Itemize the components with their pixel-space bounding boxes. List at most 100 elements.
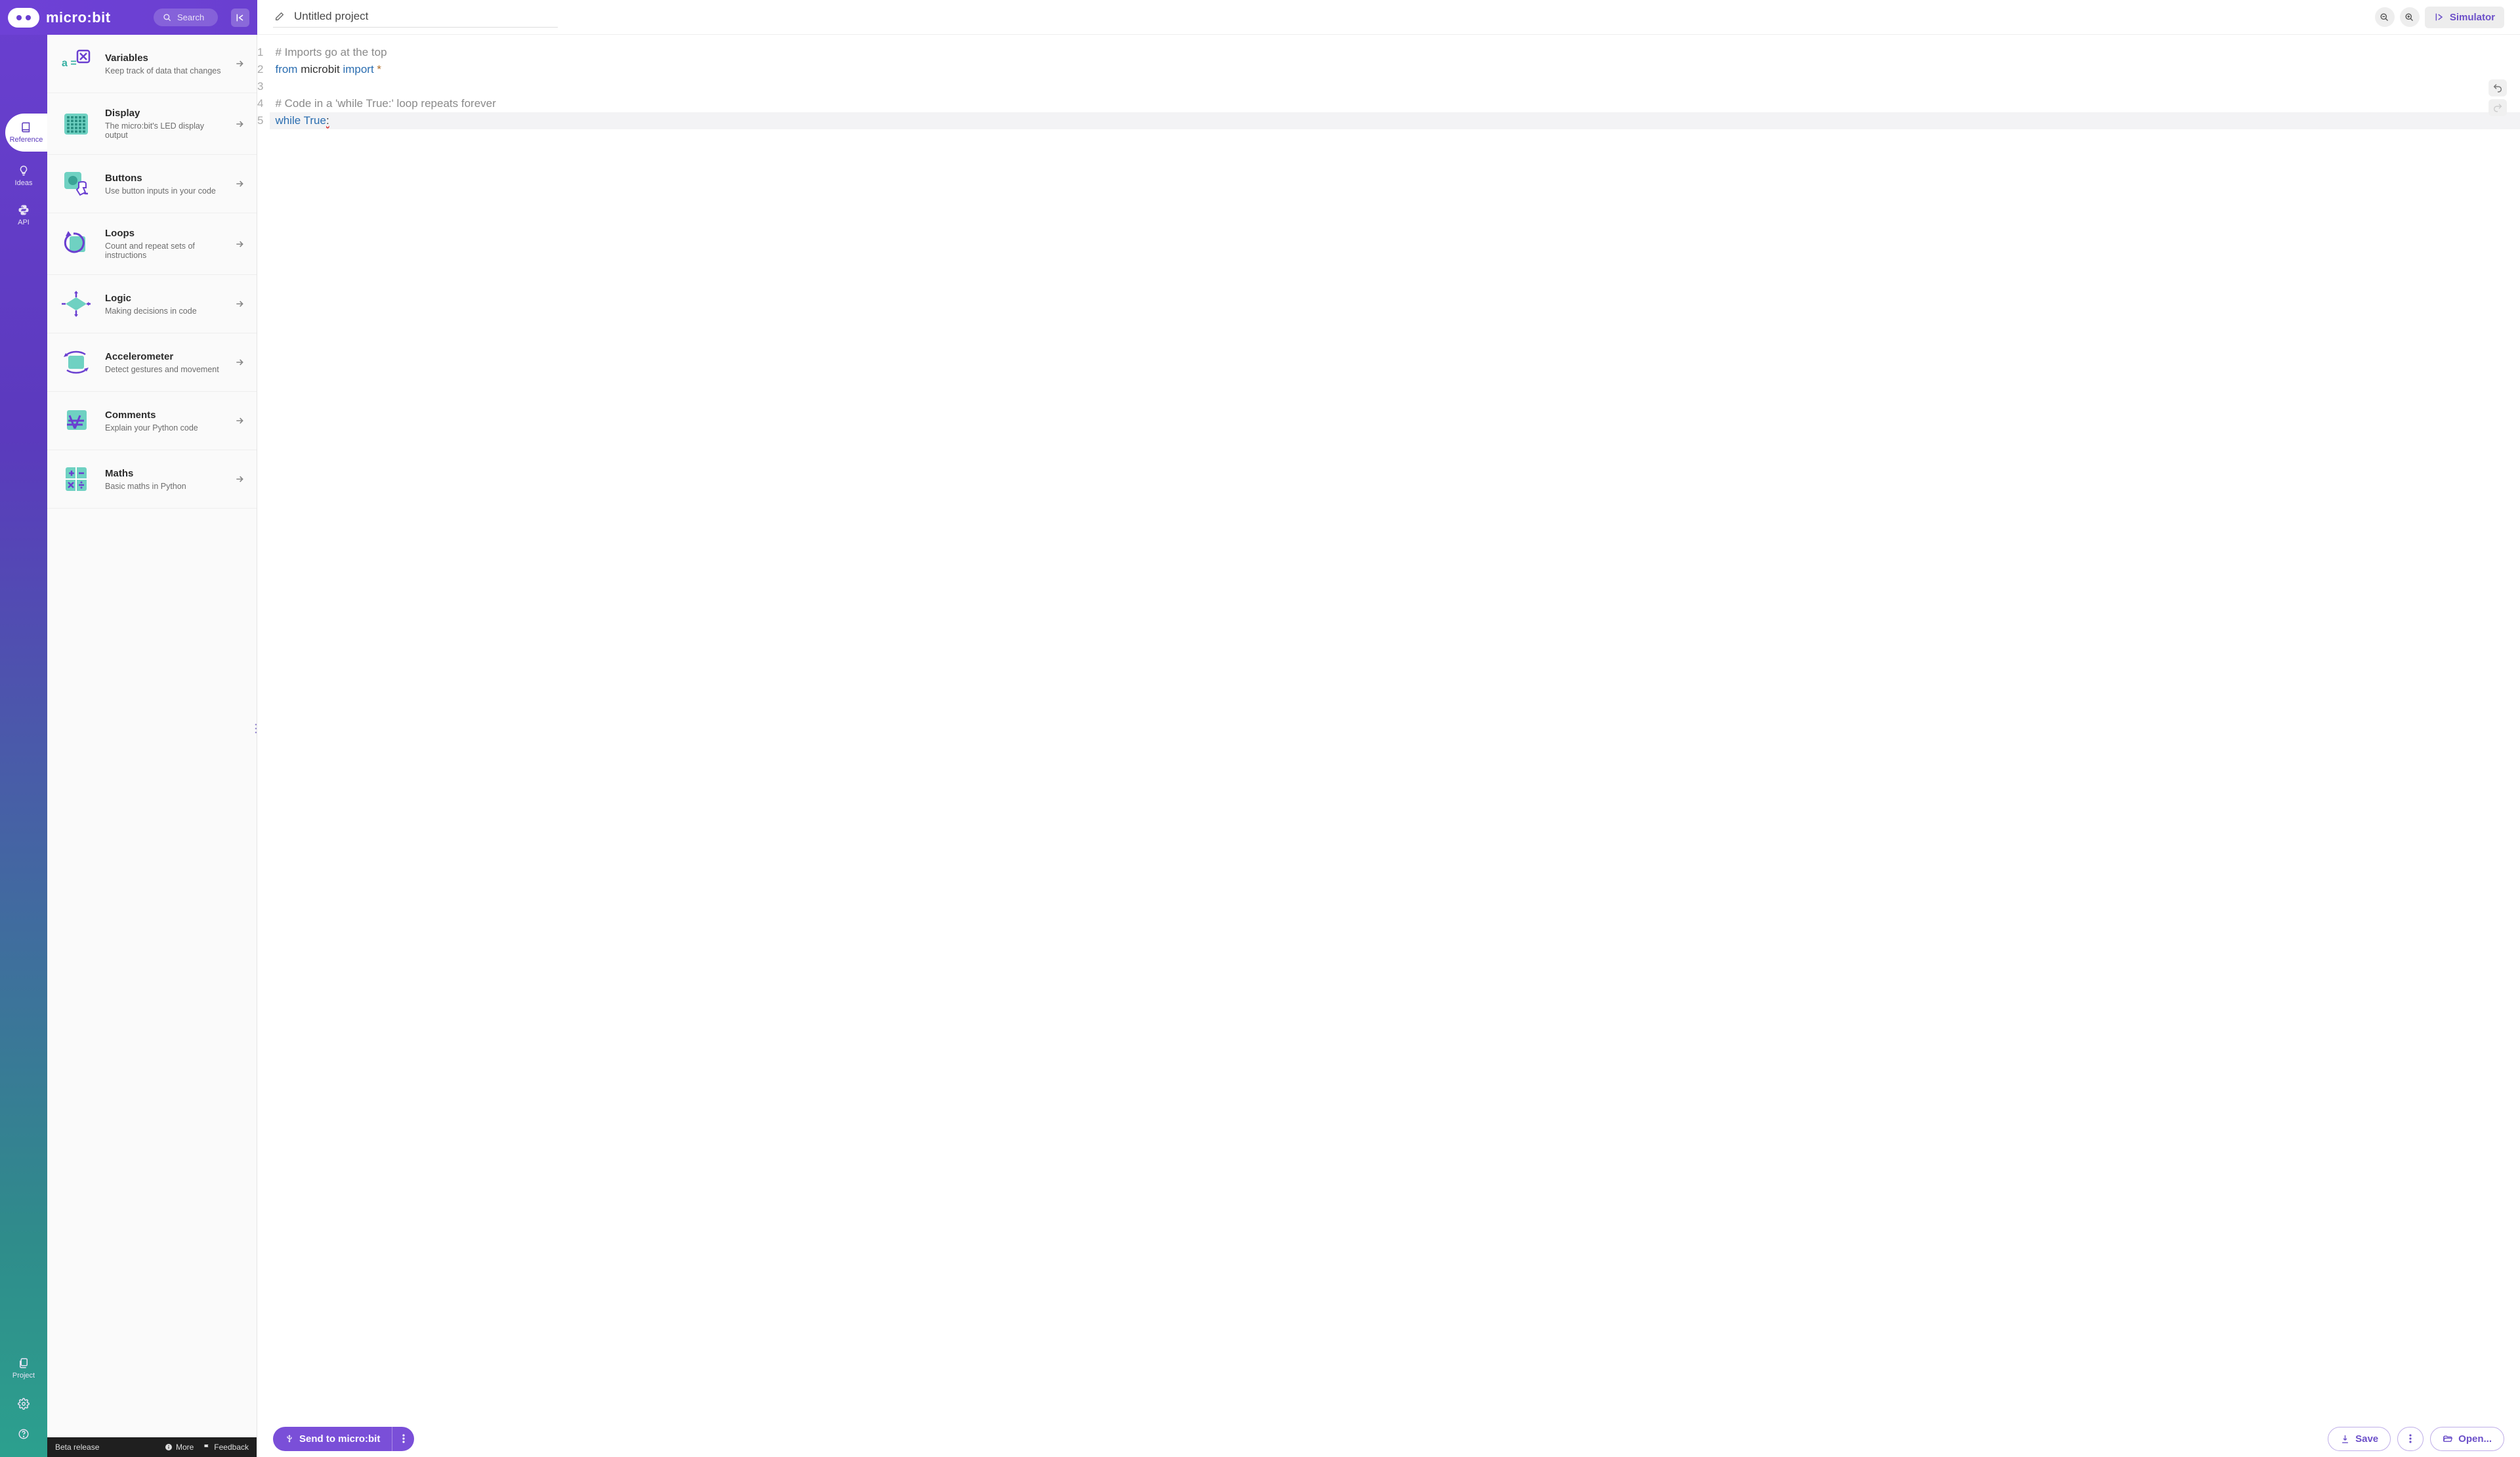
reference-card-loops[interactable]: Loops Count and repeat sets of instructi… bbox=[47, 213, 257, 275]
redo-button[interactable] bbox=[2488, 99, 2507, 116]
send-menu-button[interactable] bbox=[392, 1427, 414, 1451]
reference-card-comments[interactable]: Comments Explain your Python code bbox=[47, 392, 257, 450]
lightbulb-icon bbox=[18, 165, 30, 177]
rail-tab-project[interactable]: Project bbox=[0, 1353, 47, 1383]
ref-text: Loops Count and repeat sets of instructi… bbox=[105, 228, 222, 260]
beta-label: Beta release bbox=[55, 1443, 99, 1452]
ref-text: Logic Making decisions in code bbox=[105, 293, 222, 316]
ref-text: Accelerometer Detect gestures and moveme… bbox=[105, 351, 222, 374]
reference-card-buttons[interactable]: Buttons Use button inputs in your code bbox=[47, 155, 257, 213]
ref-icon: a = bbox=[59, 49, 93, 78]
ref-icon bbox=[59, 289, 93, 318]
brand-name: micro:bit bbox=[46, 9, 111, 26]
open-button[interactable]: Open... bbox=[2430, 1427, 2504, 1451]
save-menu-button[interactable] bbox=[2397, 1427, 2424, 1451]
zoom-in-button[interactable] bbox=[2400, 7, 2420, 27]
python-icon bbox=[18, 204, 30, 216]
ref-desc: Making decisions in code bbox=[105, 306, 222, 316]
ref-desc: The micro:bit's LED display output bbox=[105, 121, 222, 140]
rail-tab-label: Ideas bbox=[15, 179, 33, 187]
save-label: Save bbox=[2355, 1433, 2378, 1445]
feedback-button[interactable]: Feedback bbox=[203, 1443, 249, 1452]
rail-tab-api[interactable]: API bbox=[0, 200, 47, 230]
reference-card-display[interactable]: Display The micro:bit's LED display outp… bbox=[47, 93, 257, 155]
ref-icon bbox=[59, 169, 93, 198]
info-icon bbox=[165, 1443, 173, 1451]
sidebar-footer: Beta release More Feedback bbox=[47, 1437, 257, 1457]
ref-desc: Use button inputs in your code bbox=[105, 186, 222, 196]
kebab-icon bbox=[2409, 1434, 2412, 1443]
send-button-group: Send to micro:bit bbox=[273, 1427, 414, 1451]
undo-redo-stack bbox=[2488, 79, 2507, 116]
edit-pencil-icon[interactable] bbox=[274, 11, 285, 22]
simulator-button[interactable]: Simulator bbox=[2425, 7, 2504, 28]
ref-text: Maths Basic maths in Python bbox=[105, 468, 222, 491]
ref-title: Comments bbox=[105, 410, 222, 421]
code-line[interactable]: while True: bbox=[270, 112, 2520, 129]
arrow-right-icon bbox=[234, 357, 245, 368]
ref-title: Maths bbox=[105, 468, 222, 479]
search-icon bbox=[163, 13, 172, 22]
open-label: Open... bbox=[2458, 1433, 2492, 1445]
undo-icon bbox=[2492, 83, 2503, 93]
ref-text: Display The micro:bit's LED display outp… bbox=[105, 108, 222, 140]
rail-tab-label: Reference bbox=[10, 136, 43, 144]
zoom-out-button[interactable] bbox=[2375, 7, 2395, 27]
code-line[interactable]: # Imports go at the top bbox=[275, 44, 2520, 61]
reference-card-accelerometer[interactable]: Accelerometer Detect gestures and moveme… bbox=[47, 333, 257, 392]
zoom-out-icon bbox=[2380, 12, 2389, 22]
arrow-right-icon bbox=[234, 58, 245, 69]
bottom-bar: Send to micro:bit Save Open... bbox=[257, 1420, 2520, 1457]
help-icon bbox=[18, 1428, 30, 1440]
code-line[interactable] bbox=[275, 78, 2520, 95]
ref-desc: Keep track of data that changes bbox=[105, 66, 222, 75]
ref-title: Display bbox=[105, 108, 222, 119]
rail-tab-label: API bbox=[18, 219, 30, 226]
rail-help-button[interactable] bbox=[0, 1424, 47, 1444]
reference-card-logic[interactable]: Logic Making decisions in code bbox=[47, 275, 257, 333]
send-to-microbit-button[interactable]: Send to micro:bit bbox=[273, 1427, 392, 1451]
brand-logo: micro:bit bbox=[8, 8, 111, 28]
reference-sidebar: a = Variables Keep track of data that ch… bbox=[47, 0, 257, 1457]
code-editor[interactable]: 12345 # Imports go at the topfrom microb… bbox=[257, 35, 2520, 1420]
search-input[interactable]: Search bbox=[154, 9, 218, 26]
folder-open-icon bbox=[2443, 1434, 2453, 1444]
more-button[interactable]: More bbox=[165, 1443, 194, 1452]
more-label: More bbox=[176, 1443, 194, 1452]
editor-main: Simulator 12345 # Imports go at the topf… bbox=[257, 0, 2520, 1457]
search-placeholder: Search bbox=[177, 12, 204, 22]
ref-title: Loops bbox=[105, 228, 222, 239]
code-line[interactable]: # Code in a 'while True:' loop repeats f… bbox=[275, 95, 2520, 112]
ref-title: Buttons bbox=[105, 173, 222, 184]
send-label: Send to micro:bit bbox=[299, 1433, 380, 1445]
ref-icon bbox=[59, 230, 93, 259]
gear-icon bbox=[18, 1398, 30, 1410]
brand-header: micro:bit Search bbox=[0, 0, 257, 35]
files-icon bbox=[18, 1357, 30, 1369]
project-title-input[interactable] bbox=[294, 10, 556, 23]
bot-face-icon bbox=[8, 8, 39, 28]
ref-icon bbox=[59, 465, 93, 494]
collapse-sidebar-button[interactable] bbox=[231, 9, 249, 27]
nav-rail: Reference Ideas API Project bbox=[0, 0, 47, 1457]
ref-desc: Basic maths in Python bbox=[105, 482, 222, 491]
ref-text: Comments Explain your Python code bbox=[105, 410, 222, 433]
svg-text:a =: a = bbox=[62, 58, 77, 69]
code-lines[interactable]: # Imports go at the topfrom microbit imp… bbox=[270, 35, 2520, 1420]
feedback-label: Feedback bbox=[214, 1443, 249, 1452]
ref-title: Accelerometer bbox=[105, 351, 222, 362]
rail-tab-reference[interactable]: Reference bbox=[5, 114, 47, 152]
arrow-right-icon bbox=[234, 415, 245, 426]
code-line[interactable]: from microbit import * bbox=[275, 61, 2520, 78]
reference-card-variables[interactable]: a = Variables Keep track of data that ch… bbox=[47, 35, 257, 93]
reference-card-maths[interactable]: Maths Basic maths in Python bbox=[47, 450, 257, 509]
arrow-right-icon bbox=[234, 119, 245, 129]
undo-button[interactable] bbox=[2488, 79, 2507, 96]
rail-settings-button[interactable] bbox=[0, 1394, 47, 1414]
ref-desc: Explain your Python code bbox=[105, 423, 222, 433]
rail-tab-ideas[interactable]: Ideas bbox=[0, 161, 47, 191]
save-button[interactable]: Save bbox=[2328, 1427, 2391, 1451]
editor-header: Simulator bbox=[257, 0, 2520, 35]
ref-desc: Detect gestures and movement bbox=[105, 365, 222, 374]
ref-title: Logic bbox=[105, 293, 222, 304]
